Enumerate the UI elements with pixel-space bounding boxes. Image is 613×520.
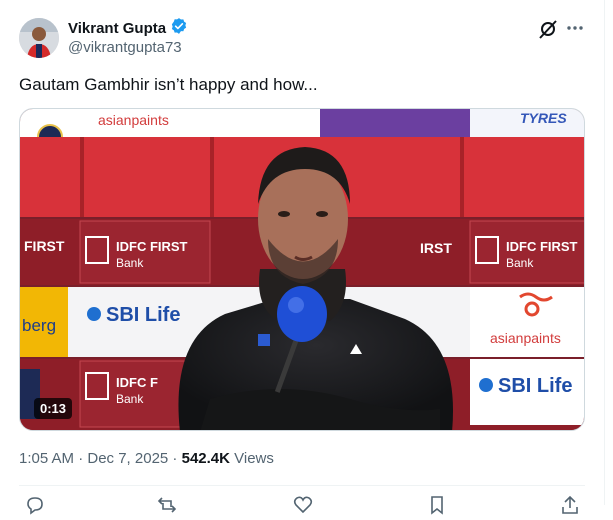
backdrop-idfc-2: IDFC FIRST [506,239,578,254]
more-icon[interactable] [563,18,587,40]
backdrop-first-left: FIRST [24,238,65,254]
tweet-card: Vikrant Gupta @vikrantgupta73 Gautam Gam… [0,0,605,515]
share-icon[interactable] [560,495,580,515]
repost-icon[interactable] [157,495,177,515]
backdrop-asianpaints-top: asianpaints [98,112,169,128]
video-duration-badge: 0:13 [34,398,73,419]
verified-badge-icon [170,17,188,40]
reply-icon[interactable] [25,495,45,515]
backdrop-tyres: TYRES [520,110,567,126]
tweet-timestamp[interactable]: 1:05 AM · Dec 7, 2025 [19,450,168,467]
backdrop-asianpaints-right: asianpaints [490,330,561,346]
views-count: 542.4K [181,450,230,467]
tweet-text: Gautam Gambhir isn’t happy and how... [19,75,318,94]
author-name-row: Vikrant Gupta [68,17,188,40]
backdrop-sbi-1: SBI Life [106,304,180,326]
bookmark-icon[interactable] [427,495,447,515]
video-frame: asianpaints TYRES FIRST IDFC FIRST Bank … [20,109,584,430]
like-icon[interactable] [293,495,313,515]
grok-icon[interactable] [537,18,559,40]
avatar[interactable] [19,18,59,58]
backdrop-sbi-2: SBI Life [498,375,572,397]
backdrop-bank-3: Bank [116,392,144,406]
backdrop-bank-1: Bank [116,256,144,270]
author-name[interactable]: Vikrant Gupta [68,20,166,37]
backdrop-bank-2: Bank [506,256,534,270]
views-label: Views [229,450,274,467]
tweet-meta: 1:05 AM · Dec 7, 2025 · 542.4K Views [19,450,274,467]
video-player[interactable]: asianpaints TYRES FIRST IDFC FIRST Bank … [19,108,585,431]
meta-separator: · [168,450,182,467]
backdrop-first-right: IRST [420,240,452,256]
author-handle[interactable]: @vikrantgupta73 [68,39,182,56]
backdrop-idfc-3: IDFC F [116,375,158,390]
backdrop-berg: berg [22,316,56,335]
backdrop-idfc-1: IDFC FIRST [116,239,188,254]
divider [19,485,585,486]
